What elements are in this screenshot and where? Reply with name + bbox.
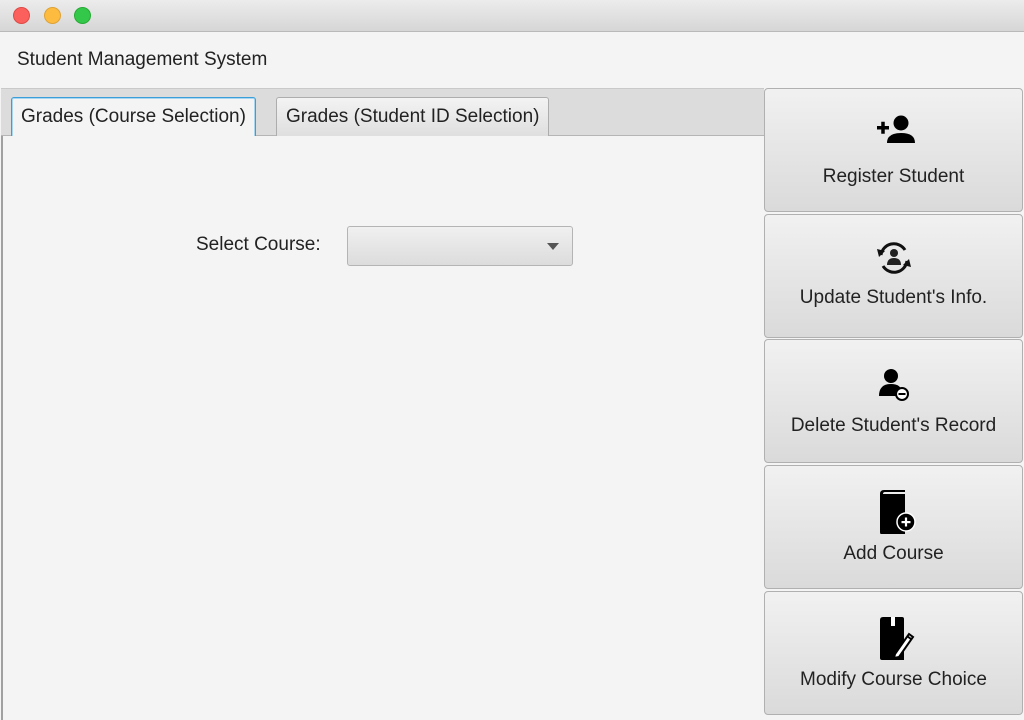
window-titlebar [0,0,1024,32]
register-student-button[interactable]: Register Student [764,88,1023,212]
add-book-icon [879,490,916,534]
tab-content: Select Course: [1,136,764,720]
edit-book-icon [879,617,914,660]
app-header: Student Management System [0,32,1024,87]
minimize-window-button[interactable] [44,7,61,24]
register-student-label: Register Student [822,166,965,187]
close-window-button[interactable] [13,7,30,24]
tab-pane: Grades (Course Selection) Grades (Studen… [1,88,764,720]
select-course-label: Select Course: [196,234,321,255]
update-student-button[interactable]: Update Student's Info. [764,214,1023,338]
remove-user-icon [878,369,909,401]
add-course-label: Add Course [843,543,944,564]
add-course-button[interactable]: Add Course [764,465,1023,589]
delete-student-button[interactable]: Delete Student's Record [764,339,1023,463]
add-user-icon [876,115,915,143]
update-student-label: Update Student's Info. [799,287,988,308]
tab-student-id-selection[interactable]: Grades (Student ID Selection) [276,97,550,137]
modify-course-button[interactable]: Modify Course Choice [764,591,1023,715]
delete-student-label: Delete Student's Record [790,415,997,436]
tab-course-selection[interactable]: Grades (Course Selection) [11,97,256,138]
tab-header: Grades (Course Selection) Grades (Studen… [1,88,764,138]
app-title: Student Management System [17,49,268,70]
chevron-down-icon [547,243,559,250]
zoom-window-button[interactable] [74,7,91,24]
refresh-user-icon [876,242,911,274]
action-sidebar: Register Student Update Student's Info. … [764,88,1024,720]
course-select[interactable] [347,226,573,266]
modify-course-label: Modify Course Choice [800,669,987,690]
